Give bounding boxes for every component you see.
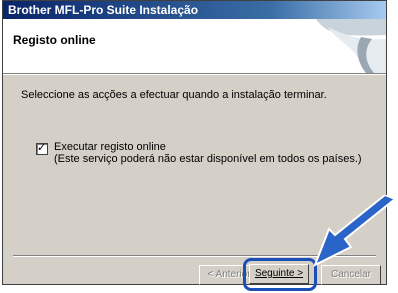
checkbox-label-line1: Executar registo online bbox=[54, 141, 166, 153]
next-button-label: Seguinte > bbox=[254, 268, 304, 279]
online-registration-checkbox[interactable]: ✓ bbox=[36, 142, 48, 155]
title-bar[interactable]: Brother MFL-Pro Suite Instalação bbox=[3, 1, 386, 19]
next-button[interactable]: Seguinte > bbox=[249, 264, 309, 284]
arrow-pointer-icon bbox=[313, 195, 397, 268]
header-graphic-icon bbox=[306, 19, 386, 73]
checkbox-label-line2: (Este serviço poderá não estar disponíve… bbox=[54, 153, 362, 165]
instruction-text: Seleccione as acções a efectuar quando a… bbox=[21, 89, 327, 101]
page-title: Registo online bbox=[13, 33, 96, 47]
window-title: Brother MFL-Pro Suite Instalação bbox=[8, 3, 199, 17]
header-panel: Registo online bbox=[3, 19, 386, 74]
online-registration-label[interactable]: Executar registo online (Este serviço po… bbox=[54, 141, 362, 165]
check-icon: ✓ bbox=[37, 142, 47, 154]
